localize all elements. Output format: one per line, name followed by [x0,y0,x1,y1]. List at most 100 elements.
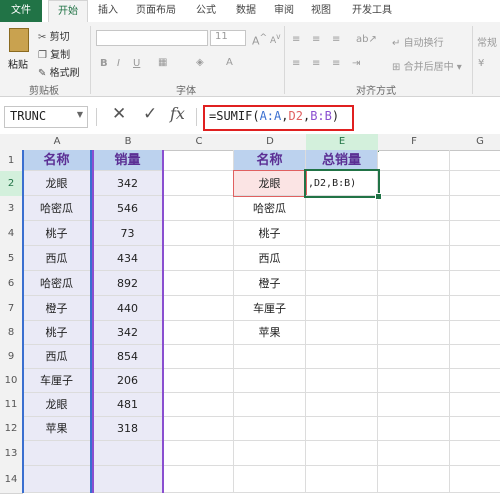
copy-button[interactable]: ❐ 复制 [38,46,70,61]
ribbon-tab-0[interactable]: 文件 [0,0,42,22]
table1-qty-cell[interactable]: 440 [92,296,164,321]
table2-name-cell[interactable]: 哈密瓜 [234,196,306,221]
table1-name-cell[interactable]: 桃子 [22,321,92,345]
cell[interactable] [234,369,306,393]
cell[interactable] [164,441,234,466]
table1-name-cell[interactable]: 车厘子 [22,369,92,393]
table2-name-cell[interactable]: 桃子 [234,221,306,246]
cell[interactable] [378,466,450,493]
shrink-font-button[interactable]: Av [270,32,281,46]
cell[interactable] [164,345,234,369]
cell[interactable] [450,196,500,221]
fill-color-button[interactable]: ◈ [196,57,204,68]
cell[interactable] [164,321,234,345]
column-header-C[interactable]: C [164,134,235,151]
ribbon-tab-8[interactable]: 开发工具 [342,0,402,22]
cell[interactable] [450,321,500,345]
cell[interactable] [164,417,234,441]
ribbon-tab-4[interactable]: 公式 [188,0,224,22]
cell[interactable] [378,345,450,369]
row-header-10[interactable]: 10 [0,369,23,394]
align-left-button[interactable]: ≡ [292,58,300,69]
cell[interactable] [306,296,378,321]
cell[interactable] [92,441,164,466]
cell[interactable] [378,417,450,441]
row-header-8[interactable]: 8 [0,321,23,346]
borders-button[interactable]: ▦ [158,57,167,68]
row-header-13[interactable]: 13 [0,441,23,467]
table1-qty-cell[interactable]: 892 [92,271,164,296]
table1-qty-cell[interactable]: 73 [92,221,164,246]
cell[interactable] [306,466,378,493]
cell[interactable] [22,466,92,493]
orientation-button[interactable]: ab↗ [356,34,377,45]
enter-icon[interactable]: ✓ [143,104,157,124]
column-header-A[interactable]: A [22,134,93,151]
cell[interactable] [450,271,500,296]
cell[interactable] [450,246,500,271]
align-center-button[interactable]: ≡ [312,58,320,69]
row-header-3[interactable]: 3 [0,196,23,222]
underline-button[interactable]: U [133,58,140,69]
ribbon-tab-2[interactable]: 插入 [92,0,124,22]
table2-name-cell[interactable]: 苹果 [234,321,306,345]
cut-button[interactable]: ✂ 剪切 [38,28,70,43]
cell[interactable] [92,466,164,493]
cell[interactable] [378,246,450,271]
table1-name-cell[interactable]: 龙眼 [22,393,92,417]
cell[interactable] [378,171,450,196]
column-header-D[interactable]: D [234,134,307,151]
cell[interactable] [450,369,500,393]
row-header-7[interactable]: 7 [0,296,23,322]
font-size-combo[interactable]: 11 [210,30,246,46]
cell[interactable] [450,150,500,171]
cell[interactable] [306,369,378,393]
table1-qty-cell[interactable]: 342 [92,321,164,345]
cell[interactable] [450,345,500,369]
format-painter-button[interactable]: ✎ 格式刷 [38,64,80,79]
row-header-12[interactable]: 12 [0,417,23,442]
fill-handle[interactable] [375,193,382,200]
table1-qty-cell[interactable]: 318 [92,417,164,441]
align-bottom-button[interactable]: ≡ [332,34,340,45]
table1-name-cell[interactable]: 西瓜 [22,246,92,271]
table1-qty-cell[interactable]: 342 [92,171,164,196]
cell[interactable] [450,221,500,246]
align-top-button[interactable]: ≡ [292,34,300,45]
paste-button[interactable]: 粘贴 [4,26,32,74]
cell[interactable] [164,150,234,171]
wrap-text-button[interactable]: ↵ 自动换行 [392,34,444,49]
cell[interactable] [234,441,306,466]
table1-name-cell[interactable]: 哈密瓜 [22,271,92,296]
ribbon-tab-7[interactable]: 视图 [304,0,338,22]
row-header-2[interactable]: 2 [0,171,23,197]
table2-name-cell[interactable]: 橙子 [234,271,306,296]
cell[interactable] [164,221,234,246]
ribbon-tab-3[interactable]: 页面布局 [128,0,184,22]
cell[interactable] [164,369,234,393]
table2-name-cell[interactable]: 车厘子 [234,296,306,321]
table1-name-cell[interactable]: 龙眼 [22,171,92,196]
cell[interactable] [234,417,306,441]
cell[interactable] [164,393,234,417]
select-all-corner[interactable] [0,134,23,151]
ribbon-tab-1[interactable]: 开始 [48,0,88,23]
ribbon-tab-6[interactable]: 审阅 [268,0,300,22]
cell[interactable] [378,441,450,466]
cell[interactable] [378,196,450,221]
formula-input[interactable]: =SUMIF(A:A,D2,B:B) [203,105,354,131]
row-header-9[interactable]: 9 [0,345,23,370]
cell[interactable] [306,196,378,221]
table1-qty-cell[interactable]: 206 [92,369,164,393]
table1-qty-cell[interactable]: 481 [92,393,164,417]
name-box[interactable]: TRUNC ▼ [4,106,88,128]
row-header-14[interactable]: 14 [0,466,23,494]
cell[interactable] [234,345,306,369]
cell[interactable] [164,296,234,321]
table1-qty-cell[interactable]: 854 [92,345,164,369]
cell[interactable] [378,221,450,246]
cell[interactable] [450,417,500,441]
column-header-F[interactable]: F [378,134,451,151]
table2-name-cell[interactable]: 西瓜 [234,246,306,271]
italic-button[interactable]: I [117,58,120,69]
